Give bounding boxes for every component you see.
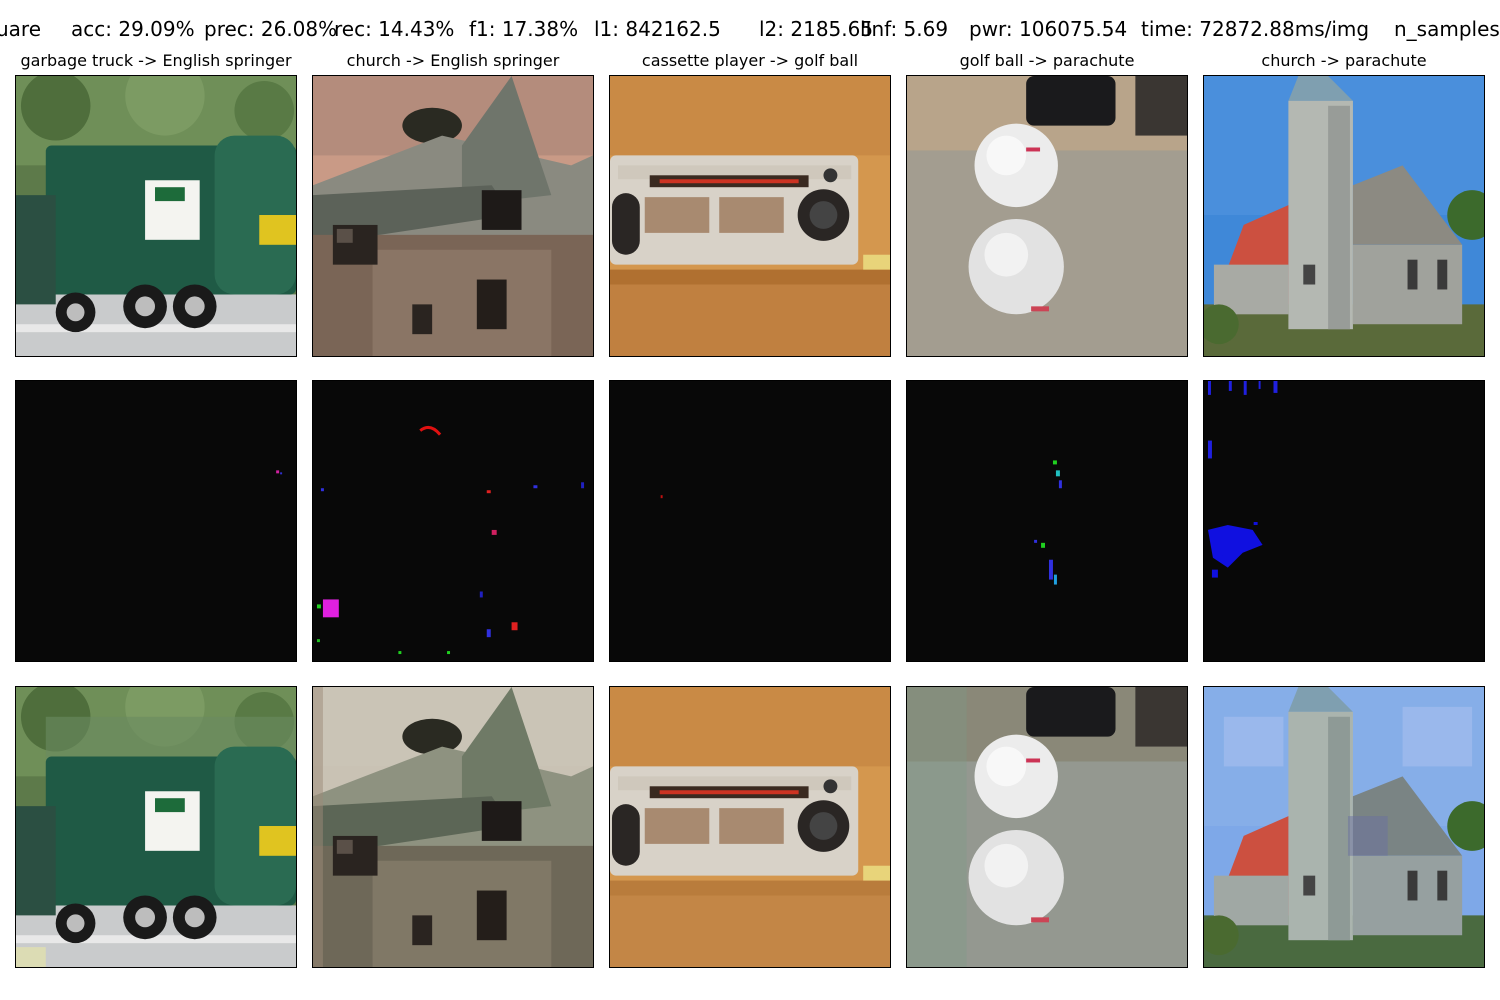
linf-metric: lInf: 5.69	[860, 17, 949, 41]
column-title: garbage truck -> English springer	[20, 51, 292, 70]
adversarial-image-stone-house	[312, 686, 594, 968]
perturbation-map-golf-balls	[906, 380, 1188, 662]
accuracy-metric: acc: 29.09%	[71, 17, 195, 41]
original-image-cassette-player	[609, 75, 891, 357]
column-title: cassette player -> golf ball	[641, 51, 859, 70]
l2-metric: l2: 2185.65	[759, 17, 874, 41]
n-samples-metric: n_samples:	[1394, 17, 1500, 41]
metrics-header: uare acc: 29.09% prec: 26.08% rec: 14.43…	[0, 14, 1500, 44]
perturbation-map-garbage-truck	[15, 380, 297, 662]
column-title: golf ball -> parachute	[959, 51, 1135, 70]
column-title: church -> English springer	[346, 51, 560, 70]
perturbation-map-church	[1203, 380, 1485, 662]
adversarial-image-garbage-truck	[15, 686, 297, 968]
time-metric: time: 72872.88ms/img	[1141, 17, 1370, 41]
adversarial-image-church	[1203, 686, 1485, 968]
original-image-stone-house	[312, 75, 594, 357]
original-image-church	[1203, 75, 1485, 357]
precision-metric: prec: 26.08%	[204, 17, 338, 41]
l1-metric: l1: 842162.5	[594, 17, 721, 41]
adversarial-image-cassette-player	[609, 686, 891, 968]
column-title: church -> parachute	[1261, 51, 1427, 70]
method-name: uare	[0, 17, 42, 41]
perturbation-map-stone-house	[312, 380, 594, 662]
power-metric: pwr: 106075.54	[969, 17, 1128, 41]
recall-metric: rec: 14.43%	[334, 17, 455, 41]
perturbation-map-cassette-player	[609, 380, 891, 662]
adversarial-image-golf-balls	[906, 686, 1188, 968]
original-image-golf-balls	[906, 75, 1188, 357]
original-image-garbage-truck	[15, 75, 297, 357]
f1-metric: f1: 17.38%	[469, 17, 579, 41]
